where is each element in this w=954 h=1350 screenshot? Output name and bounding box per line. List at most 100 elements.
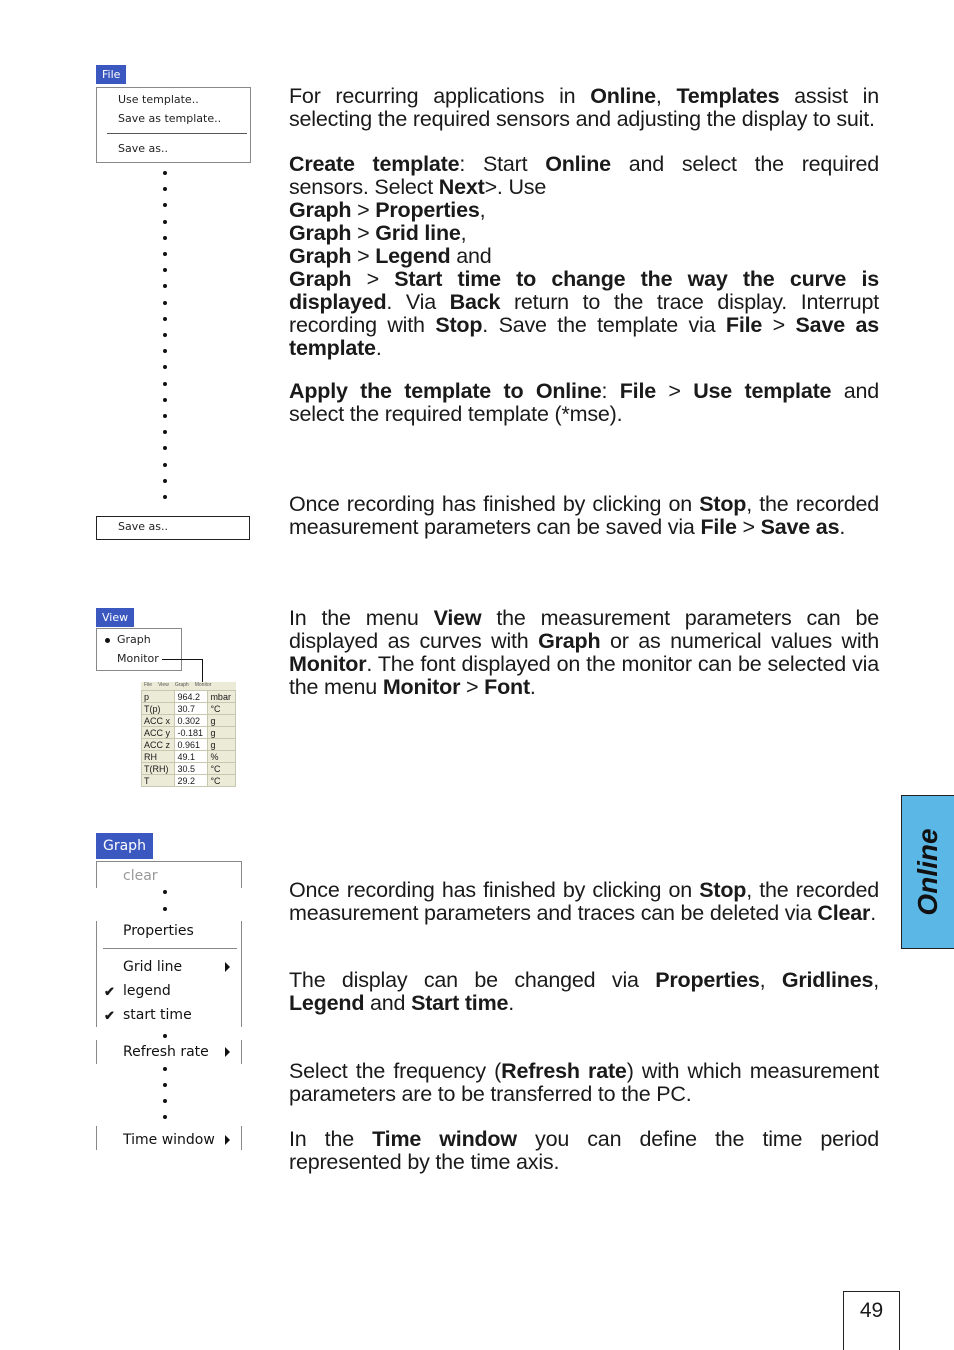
monitor-row: ACC y -0.181 g [140, 726, 236, 739]
text-run: > [351, 198, 376, 222]
param-value: 30.7 [174, 702, 209, 715]
paragraph-save-as: Once recording has finished by clicking … [289, 493, 879, 539]
param-name: ACC x [140, 714, 176, 727]
bold-term: Create template [289, 152, 460, 176]
text-run: > [351, 244, 376, 268]
bold-term: Grid line [375, 221, 461, 245]
text-run: The display can be changed via [289, 968, 656, 992]
dot [163, 301, 167, 305]
text-run: . Via [386, 290, 450, 314]
checkmark-icon: ✔ [104, 1008, 115, 1023]
paragraph-view-menu: In the menu View the measurement paramet… [289, 607, 879, 699]
bold-term: Stop [699, 492, 747, 516]
dot [163, 317, 167, 321]
menu-item-graph[interactable]: Graph [117, 633, 151, 646]
dot [163, 463, 167, 467]
dot [163, 430, 167, 434]
param-value: 30.5 [174, 762, 209, 775]
param-value: 0.961 [174, 738, 209, 751]
bold-term: Templates [676, 84, 780, 108]
radio-bullet-icon [105, 638, 110, 643]
manual-page: File Use template.. Save as template.. S… [0, 0, 954, 1350]
text-run: Once recording has finished by clicking … [289, 492, 700, 516]
bold-term: Legend [375, 244, 451, 268]
dot [163, 1067, 167, 1071]
text-run: , [655, 84, 677, 108]
monitor-row: T(p) 30.7 °C [140, 702, 236, 715]
menu-item-monitor[interactable]: Monitor [117, 652, 159, 665]
side-tab-label: Online [912, 828, 943, 916]
menu-item-grid-line[interactable]: Grid line [123, 959, 182, 975]
monitor-menu-item[interactable]: View [158, 682, 169, 690]
bold-term: Graph [289, 221, 352, 245]
param-unit: °C [207, 702, 236, 715]
param-name: RH [140, 750, 176, 763]
bold-term: Stop [435, 313, 483, 337]
text-run: and [364, 991, 412, 1015]
menu-item-save-as-template[interactable]: Save as template.. [118, 112, 221, 125]
save-as-box[interactable]: Save as.. [96, 516, 250, 540]
graph-menu-tab[interactable]: Graph [96, 833, 153, 859]
bold-term: View [433, 606, 482, 630]
text-run: > [351, 267, 395, 291]
text-run: > [351, 221, 376, 245]
checkmark-icon: ✔ [104, 984, 115, 999]
text-run: >. Use [484, 175, 547, 199]
param-unit: °C [207, 774, 236, 787]
dot [163, 446, 167, 450]
text-run: or as numerical values with [600, 629, 879, 653]
bold-term: Start time [411, 991, 509, 1015]
bold-term: Refresh rate [501, 1059, 627, 1083]
text-run: Select the frequency ( [289, 1059, 502, 1083]
param-unit: mbar [207, 690, 236, 703]
bold-term: Save as [760, 515, 840, 539]
text-run: > [460, 675, 485, 699]
text-run: . [839, 515, 846, 539]
paragraph-create-template: Create template: Start Online and select… [289, 153, 879, 360]
menu-item-legend[interactable]: legend [123, 983, 171, 999]
text-run: and [450, 244, 492, 268]
menu-item-use-template[interactable]: Use template.. [118, 93, 199, 106]
menu-item-start-time[interactable]: start time [123, 1007, 192, 1023]
text-run: . The font displayed on the monitor can … [289, 652, 879, 699]
bold-term: Gridlines [781, 968, 874, 992]
view-menu-tab[interactable]: View [96, 608, 135, 627]
param-value: 964.2 [174, 690, 209, 703]
text-run: > [736, 515, 761, 539]
monitor-menu-item[interactable]: File [144, 682, 152, 690]
dot [163, 479, 167, 483]
monitor-menu-item[interactable]: Graph [175, 682, 189, 690]
menu-separator [107, 133, 247, 134]
bold-term: Use template [693, 379, 832, 403]
monitor-row: p 964.2 mbar [140, 690, 236, 703]
monitor-menu-item[interactable]: Monitor [195, 682, 212, 690]
dot [163, 252, 167, 256]
monitor-table: p 964.2 mbar T(p) 30.7 °C ACC x 0.302 g ACC y -0.1… [140, 690, 236, 787]
param-name: T(RH) [140, 762, 176, 775]
text-run: . [529, 675, 536, 699]
dot [163, 414, 167, 418]
bold-term: Graph [289, 267, 352, 291]
bold-term: Graph [538, 629, 601, 653]
param-value: 29.2 [174, 774, 209, 787]
monitor-row: T 29.2 °C [140, 774, 236, 787]
bold-term: Online [545, 152, 611, 176]
menu-item-save-as[interactable]: Save as.. [118, 142, 168, 155]
text-run: , [479, 198, 486, 222]
file-menu-tab[interactable]: File [96, 65, 127, 84]
param-unit: g [207, 714, 236, 727]
dot [163, 1115, 167, 1119]
submenu-arrow-icon [225, 962, 230, 972]
paragraph-display-options: The display can be changed via Propertie… [289, 969, 879, 1015]
page-number: 49 [843, 1291, 900, 1350]
menu-item-properties[interactable]: Properties [123, 923, 194, 939]
menu-item-time-window[interactable]: Time window [123, 1132, 215, 1148]
menu-item-refresh-rate[interactable]: Refresh rate [123, 1044, 209, 1060]
dot [163, 1034, 167, 1038]
param-name: ACC y [140, 726, 176, 739]
monitor-row: ACC z 0.961 g [140, 738, 236, 751]
menu-item-clear[interactable]: clear [123, 868, 158, 884]
monitor-row: T(RH) 30.5 °C [140, 762, 236, 775]
bold-term: Graph [289, 198, 352, 222]
bold-term: Monitor [289, 652, 367, 676]
